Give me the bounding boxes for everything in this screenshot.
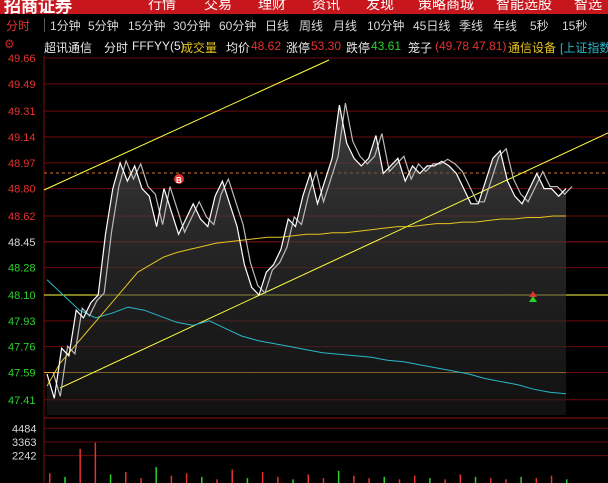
volume-bar (231, 469, 233, 483)
price-tick-label: 48.62 (8, 211, 36, 223)
volume-bar (474, 476, 477, 483)
volume-bar (94, 442, 97, 483)
volume-bar (353, 475, 355, 483)
volume-bar (79, 448, 81, 483)
volume-bar (459, 474, 462, 483)
volume-bar (489, 478, 492, 483)
price-tick-label: 47.93 (8, 316, 36, 328)
volume-tick-label: 2242 (12, 451, 36, 463)
volume-bar (109, 474, 112, 483)
volume-bar (125, 472, 127, 483)
volume-bar (185, 473, 188, 483)
volume-bar (505, 479, 507, 483)
volume-bar (201, 476, 203, 483)
volume-bar (337, 470, 340, 483)
volume-bar (520, 476, 522, 483)
volume-bar (292, 479, 294, 483)
volume-bar (277, 476, 279, 483)
volume-bar (429, 478, 431, 483)
price-tick-label: 48.10 (8, 290, 36, 302)
volume-bar (170, 475, 173, 483)
volume-bar (246, 478, 249, 483)
volume-bar (261, 472, 264, 483)
volume-tick-label: 3363 (12, 437, 36, 449)
volume-bar (535, 478, 538, 483)
price-tick-label: 48.80 (8, 184, 36, 196)
volume-bar (566, 479, 568, 483)
buy-marker-label: B (176, 176, 182, 185)
price-tick-label: 49.49 (8, 79, 36, 91)
volume-bar (398, 479, 401, 483)
volume-bar (64, 476, 66, 483)
volume-bar (49, 473, 51, 483)
price-tick-label: 49.14 (8, 132, 36, 144)
price-tick-label: 47.76 (8, 342, 36, 354)
price-tick-label: 49.66 (8, 53, 36, 65)
price-area-fill (47, 105, 566, 415)
price-tick-label: 48.45 (8, 237, 36, 249)
price-tick-label: 49.31 (8, 106, 36, 118)
volume-bar (444, 479, 446, 483)
intraday-chart: 49.66 49.49 49.31 49.14 48.97 48.80 48.62 48.45… (8, 53, 608, 483)
volume-bar (550, 475, 553, 483)
volume-bar (155, 467, 157, 483)
volume-bar (322, 478, 325, 483)
volume-bar (383, 476, 386, 483)
volume-bar (368, 478, 370, 483)
volume-tick-label: 4484 (12, 423, 36, 435)
volume-bar (413, 475, 416, 483)
volume-bar (140, 478, 142, 483)
price-tick-label: 47.59 (8, 367, 36, 379)
price-tick-label: 48.28 (8, 263, 36, 275)
price-tick-label: 48.97 (8, 158, 36, 170)
channel-upper-line (43, 59, 330, 191)
volume-bar (307, 474, 309, 483)
price-tick-label: 47.41 (8, 395, 36, 407)
volume-bar (216, 479, 218, 483)
